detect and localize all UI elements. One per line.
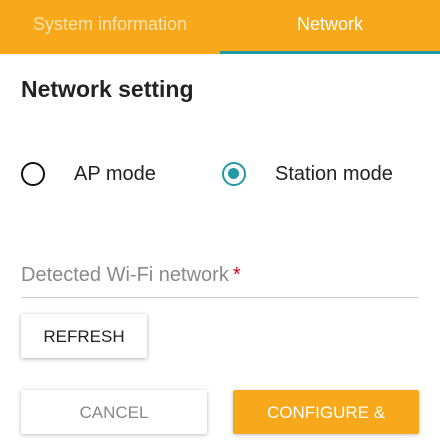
tab-bar: System information Network [0,0,440,54]
radio-checked-icon[interactable] [222,162,246,186]
radio-ap-mode[interactable]: AP mode [21,156,156,192]
cancel-button[interactable]: CANCEL [21,390,207,434]
required-mark: * [232,264,241,286]
tab-network[interactable]: Network [220,0,440,54]
radio-unchecked-icon[interactable] [21,162,45,186]
tab-system-information[interactable]: System information [0,0,220,54]
radio-ap-mode-label: AP mode [74,162,156,185]
configure-button[interactable]: CONFIGURE & [233,390,419,434]
radio-station-mode-label: Station mode [275,162,393,185]
section-title: Network setting [21,76,194,102]
radio-dot [228,168,239,179]
active-tab-indicator [220,51,440,54]
wifi-network-underline [21,297,419,298]
radio-station-mode[interactable]: Station mode [222,156,393,192]
wifi-network-field[interactable]: Detected Wi-Fi network * [21,264,241,287]
refresh-button[interactable]: REFRESH [21,314,147,358]
wifi-network-label: Detected Wi-Fi network [21,264,229,286]
